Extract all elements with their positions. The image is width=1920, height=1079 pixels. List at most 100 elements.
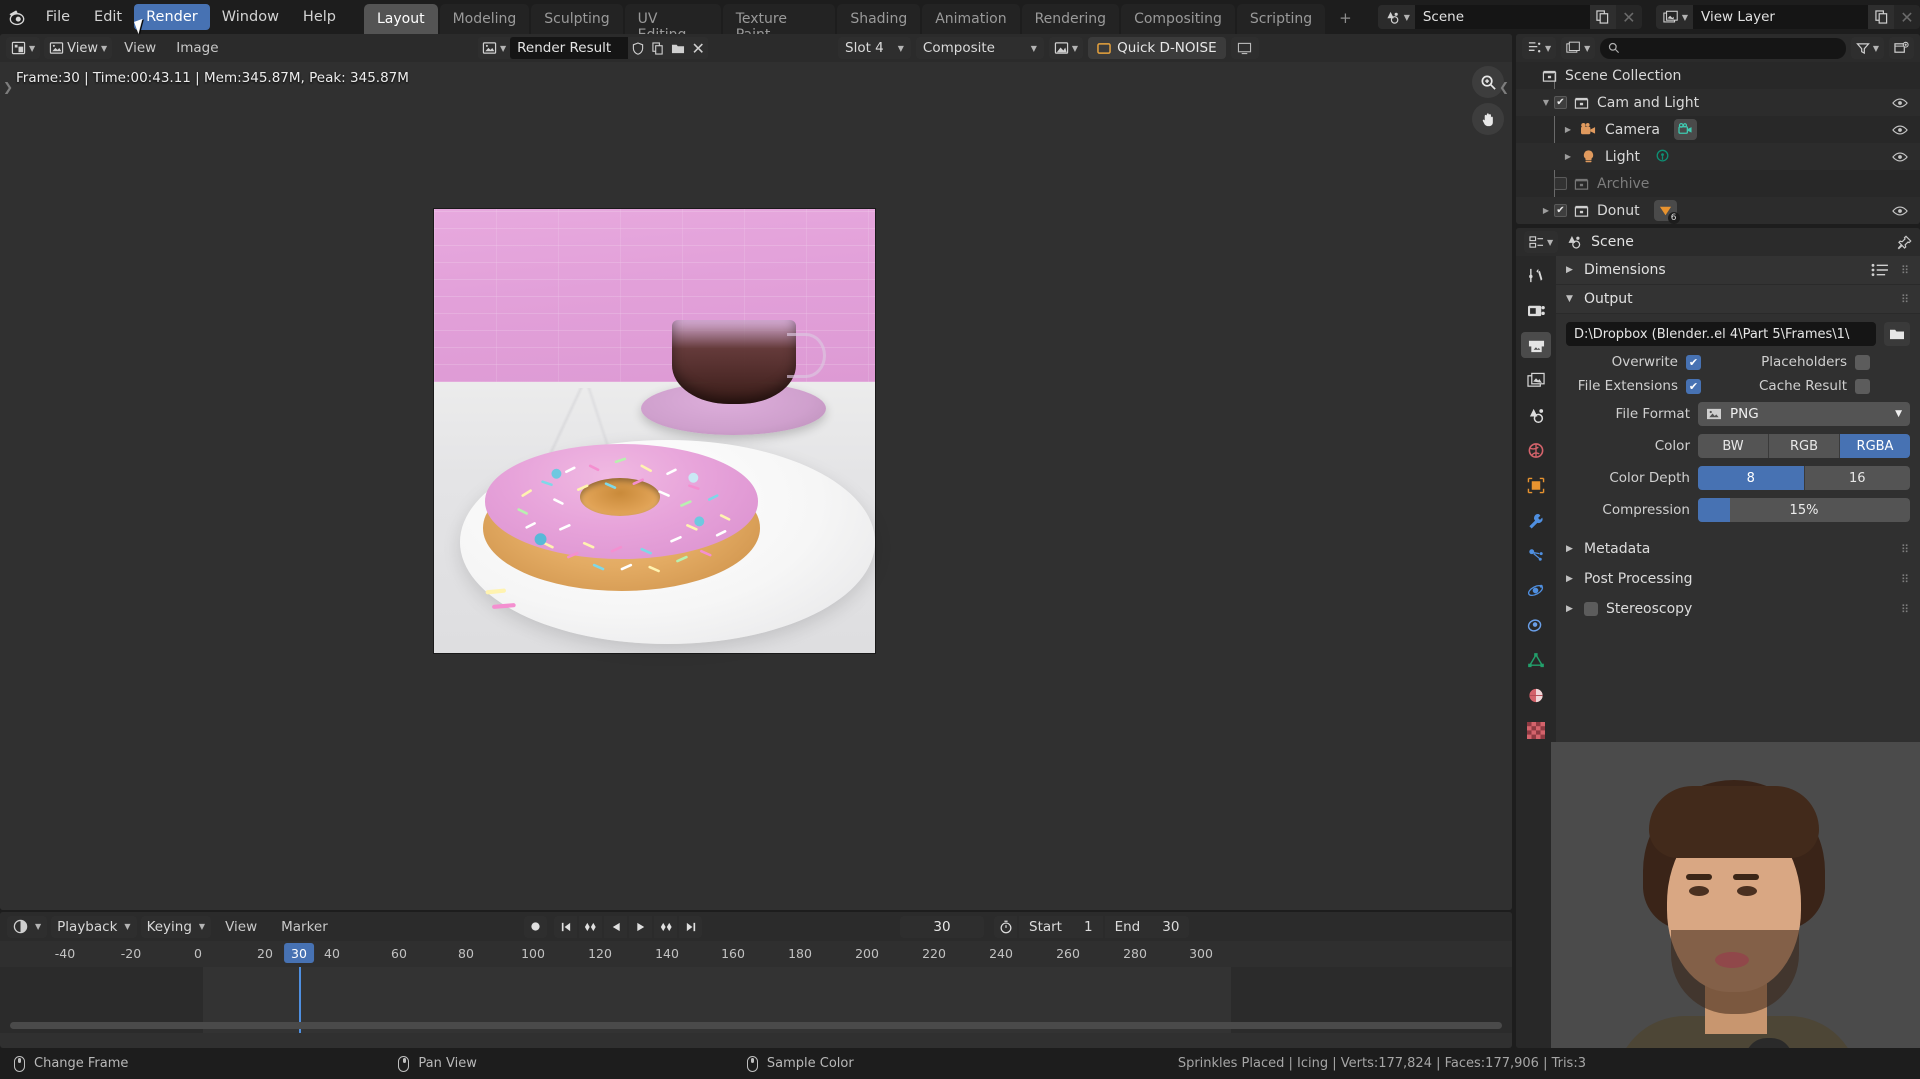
output-path-input[interactable]: D:\Dropbox (Blender..el 4\Part 5\Frames\… [1566,322,1876,346]
new-scene-button[interactable] [1589,5,1616,29]
record-icon[interactable] [524,915,547,938]
remove-view-layer-button[interactable]: ✕ [1894,5,1920,29]
start-frame-field[interactable]: Start 1 [1019,915,1103,938]
end-frame-field[interactable]: End 30 [1104,915,1190,938]
stereoscopy-checkbox[interactable]: ✔ [1584,602,1598,616]
copy-icon[interactable] [648,37,669,59]
outliner-row-donut[interactable]: ▶ ✔ Donut 6 [1516,197,1920,224]
tab-texture-paint[interactable]: Texture Paint [722,4,836,43]
tab-particles[interactable] [1521,542,1551,568]
timeline-menu-keying[interactable]: Keying ▼ [140,915,212,938]
image-view-mode-button[interactable]: View ▼ [44,37,113,59]
expand-triangle-icon[interactable]: ▶ [1538,206,1554,215]
properties-editor-type-button[interactable]: ▼ [1524,231,1559,253]
file-format-dropdown[interactable]: PNG ▼ [1698,402,1910,426]
render-slot-selector[interactable]: Slot 4 ▼ [838,37,911,59]
unlink-scene-button[interactable]: ✕ [1615,5,1642,29]
jump-to-end-icon[interactable] [679,915,702,938]
tab-output[interactable] [1521,332,1551,358]
camera-data-icon[interactable] [1673,119,1697,140]
collection-checkbox[interactable]: ✔ [1554,96,1567,109]
color-option-bw[interactable]: BW [1698,434,1769,458]
folder-icon[interactable] [668,37,689,59]
image-menu-view[interactable]: View [116,40,164,56]
view-layer-browse-button[interactable]: ▼ [1655,5,1693,29]
timeline-body[interactable] [0,967,1512,1033]
editor-type-button[interactable]: ▼ [6,37,41,59]
outliner-row-light[interactable]: ▶ Light [1516,143,1920,170]
current-frame-field[interactable]: 30 [900,915,984,938]
scene-browse-button[interactable]: ▼ [1377,5,1415,29]
quick-denoise-button[interactable]: Quick D-NOISE [1088,37,1226,59]
tab-material[interactable] [1521,682,1551,708]
jump-to-start-icon[interactable] [554,915,577,938]
visibility-eye-icon[interactable] [1892,205,1908,217]
playhead-frame-badge[interactable]: 30 [284,943,314,963]
tab-sculpting[interactable]: Sculpting [531,4,623,34]
preset-list-icon[interactable] [1871,263,1889,277]
collection-checkbox[interactable]: ✔ [1554,177,1567,190]
expand-triangle-icon[interactable]: ▶ [1560,125,1576,134]
placeholders-checkbox[interactable]: ✔ [1855,354,1870,370]
light-data-icon[interactable] [1654,149,1671,165]
image-menu-image[interactable]: Image [168,40,226,56]
tab-constraints[interactable] [1521,612,1551,638]
menu-window[interactable]: Window [210,4,291,30]
menu-edit[interactable]: Edit [82,4,134,30]
tab-data[interactable] [1521,647,1551,673]
visibility-eye-icon[interactable] [1892,97,1908,109]
outliner-row-scene-collection[interactable]: Scene Collection [1516,62,1920,89]
tab-compositing[interactable]: Compositing [1121,4,1235,34]
tab-animation[interactable]: Animation [922,4,1020,34]
outliner-row-archive[interactable]: ✔ Archive [1516,170,1920,197]
image-browse-button[interactable]: ▼ [478,37,511,59]
tab-render[interactable] [1521,297,1551,323]
timeline-ruler[interactable]: -40 -20 0 20 40 60 80 100 120 140 160 18… [0,941,1512,967]
tab-texture[interactable] [1521,717,1551,743]
panel-stereoscopy[interactable]: ▶ ✔ Stereoscopy ⠿ [1556,594,1920,624]
color-option-rgba[interactable]: RGBA [1840,434,1910,458]
denoise-toggle-button[interactable] [1230,37,1259,59]
tab-scripting[interactable]: Scripting [1236,4,1326,34]
outliner-row-cam-and-light[interactable]: ▼ ✔ Cam and Light [1516,89,1920,116]
compression-slider[interactable]: 15% [1698,498,1910,522]
hand-icon[interactable] [1472,103,1504,135]
mesh-data-icon[interactable]: 6 [1653,200,1680,224]
play-reverse-icon[interactable] [604,915,627,938]
panel-grip-handle[interactable]: ⠿ [1901,264,1910,277]
color-depth-option-16[interactable]: 16 [1804,466,1910,490]
tab-view-layer[interactable] [1521,367,1551,393]
panel-grip-handle[interactable]: ⠿ [1901,603,1910,616]
timeline-editor-type-button[interactable]: ▼ [7,915,48,938]
image-canvas[interactable]: Frame:30 | Time:00:43.11 | Mem:345.87M, … [0,62,1512,910]
tab-world[interactable] [1521,437,1551,463]
tab-uv-editing[interactable]: UV Editing [624,4,721,43]
timeline-menu-playback[interactable]: Playback ▼ [51,915,137,938]
sidebar-toggle-left[interactable]: ❯ [3,80,13,94]
expand-triangle-icon[interactable]: ▼ [1538,98,1554,107]
tab-layout[interactable]: Layout [363,4,438,34]
outliner-editor-type-button[interactable]: ▼ [1522,37,1557,59]
tab-tool[interactable] [1521,262,1551,288]
add-workspace-button[interactable]: + [1327,2,1364,34]
scene-name-field[interactable]: Scene [1414,5,1590,29]
prev-keyframe-icon[interactable] [579,915,602,938]
color-option-rgb[interactable]: RGB [1769,434,1840,458]
play-icon[interactable] [629,915,652,938]
sidebar-toggle-right[interactable]: ❮ [1499,80,1509,94]
blender-logo-icon[interactable] [0,0,34,34]
color-depth-option-8[interactable]: 8 [1698,466,1805,490]
visibility-eye-icon[interactable] [1892,151,1908,163]
panel-metadata[interactable]: ▶ Metadata ⠿ [1556,534,1920,564]
new-collection-icon[interactable] [1889,37,1914,59]
pin-icon[interactable] [1897,234,1912,250]
tab-modeling[interactable]: Modeling [439,4,530,34]
display-channels-button[interactable]: ▼ [1048,37,1084,59]
filter-icon[interactable]: ▼ [1850,37,1884,59]
menu-help[interactable]: Help [291,4,348,30]
overwrite-checkbox[interactable]: ✔ [1686,354,1701,370]
menu-file[interactable]: File [34,4,82,30]
tab-rendering[interactable]: Rendering [1021,4,1120,34]
panel-post-processing[interactable]: ▶ Post Processing ⠿ [1556,564,1920,594]
tab-physics[interactable] [1521,577,1551,603]
